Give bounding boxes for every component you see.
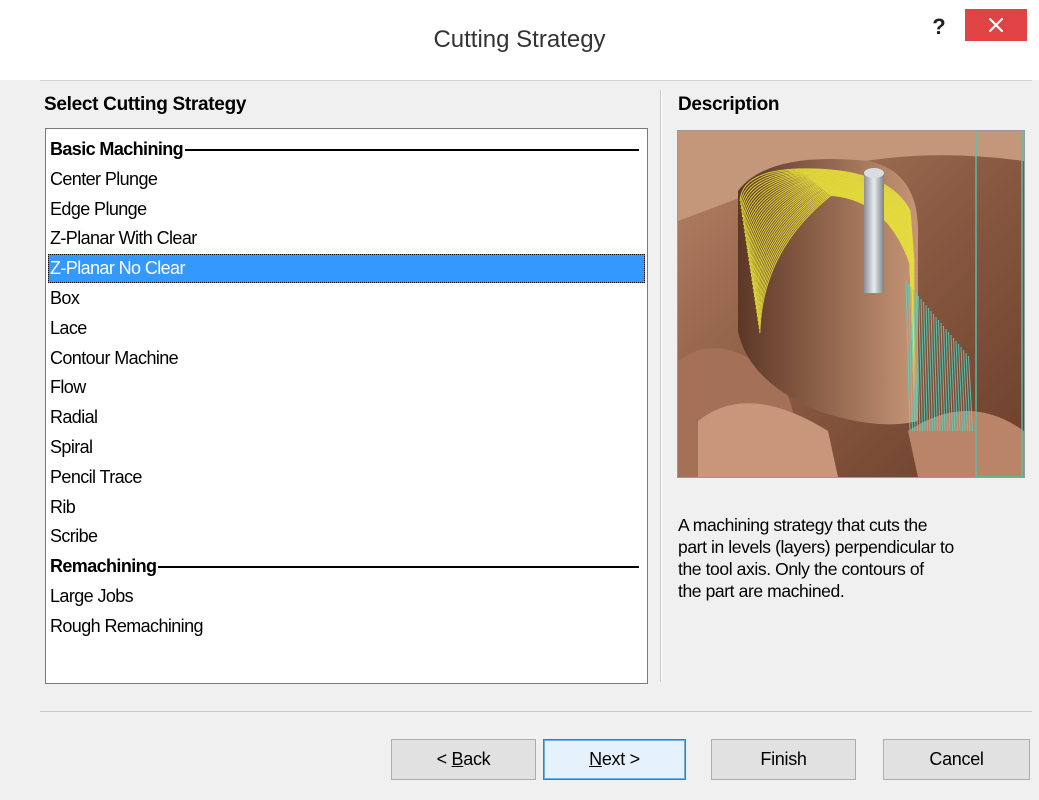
list-item-label: Pencil Trace <box>50 466 142 487</box>
list-item-label: Large Jobs <box>50 586 134 606</box>
strategy-preview-image <box>677 130 1025 478</box>
list-item-label: Spiral <box>50 437 93 457</box>
cancel-button[interactable]: Cancel <box>883 739 1030 780</box>
list-group-header: Remachining <box>48 552 645 581</box>
list-item-label: Z-Planar No Clear <box>50 258 185 279</box>
description-line: the part are machined. <box>678 581 845 601</box>
next-accel: N <box>589 749 602 769</box>
window-title: Cutting Strategy <box>433 26 606 53</box>
select-strategy-heading: Select Cutting Strategy <box>44 94 247 115</box>
toolpath-illustration <box>678 131 1024 477</box>
finish-button[interactable]: Finish <box>711 739 856 780</box>
description-line: part in levels (layers) perpendicular to <box>678 537 954 557</box>
list-item-label: Scribe <box>50 526 98 547</box>
title-bar: Cutting Strategy ? <box>0 0 1039 80</box>
list-item[interactable]: Pencil Trace <box>48 463 645 492</box>
next-button[interactable]: Next > <box>543 739 686 780</box>
list-item[interactable]: Rib <box>48 493 645 522</box>
description-line: the tool axis. Only the contours of <box>678 559 924 579</box>
back-accel: B <box>451 749 464 769</box>
group-rule <box>158 566 639 569</box>
list-item[interactable]: Flow <box>48 373 645 402</box>
group-rule <box>185 149 639 151</box>
list-item[interactable]: Lace <box>48 314 645 343</box>
list-item-label: Center Plunge <box>50 168 158 189</box>
list-item[interactable]: Rough Remachining <box>48 612 645 641</box>
next-rest: ext > <box>601 749 640 769</box>
list-item-label: Rib <box>50 496 76 517</box>
list-item[interactable]: Spiral <box>48 433 645 462</box>
back-prefix: < <box>436 749 452 769</box>
title-separator <box>40 80 1032 81</box>
list-item-label: Contour Machine <box>50 347 179 368</box>
list-item[interactable]: Center Plunge <box>48 165 645 194</box>
list-item-label: Box <box>50 288 80 308</box>
list-item-label: Basic Machining <box>50 139 184 159</box>
list-item-label: Rough Remachining <box>50 615 204 636</box>
description-heading: Description <box>678 94 780 115</box>
list-item[interactable]: Radial <box>48 403 645 432</box>
list-item[interactable]: Z-Planar No Clear <box>48 254 645 284</box>
list-item-label: Z-Planar With Clear <box>50 228 197 249</box>
list-item[interactable]: Contour Machine <box>48 344 645 373</box>
description-text: A machining strategy that cuts the part … <box>678 514 1033 602</box>
list-item-label: Edge Plunge <box>50 198 147 219</box>
back-rest: ack <box>463 749 491 769</box>
close-icon <box>989 18 1003 32</box>
list-item[interactable]: Scribe <box>48 522 645 551</box>
footer-separator <box>40 711 1032 712</box>
list-item[interactable]: Box <box>48 284 645 313</box>
list-item[interactable]: Edge Plunge <box>48 195 645 224</box>
list-item[interactable]: Z-Planar With Clear <box>48 224 645 253</box>
help-button[interactable]: ? <box>925 14 953 40</box>
description-line: A machining strategy that cuts the <box>678 515 928 535</box>
close-button[interactable] <box>965 9 1027 41</box>
back-button[interactable]: < Back <box>391 739 536 780</box>
list-item-label: Flow <box>50 377 86 398</box>
list-item-label: Radial <box>50 407 98 428</box>
list-item[interactable]: Large Jobs <box>48 582 645 611</box>
pane-divider-highlight <box>661 90 662 682</box>
list-item-label: Lace <box>50 317 87 338</box>
strategy-listbox[interactable]: Basic Machining Center Plunge Edge Plunge Z… <box>45 128 648 684</box>
list-item-label: Remachining <box>50 556 157 577</box>
list-group-header: Basic Machining <box>48 135 645 164</box>
